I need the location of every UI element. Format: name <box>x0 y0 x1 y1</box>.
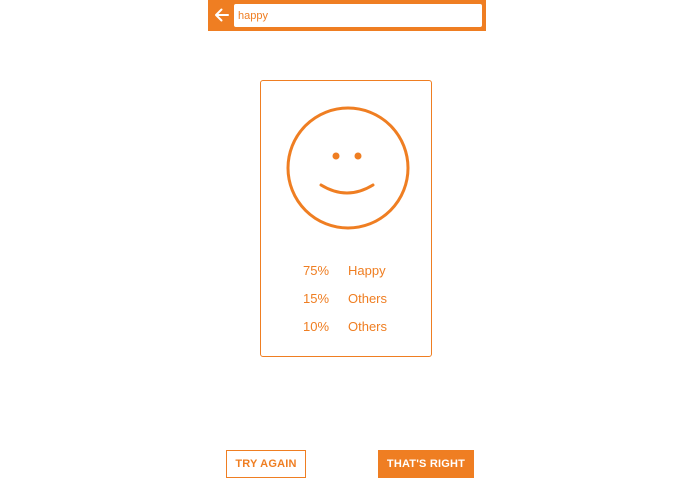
result-card: 75% Happy 15% Others 10% Others <box>260 80 432 357</box>
search-input[interactable] <box>238 6 478 25</box>
result-row: 75% Happy <box>261 261 433 281</box>
back-button[interactable] <box>212 5 232 25</box>
result-label: Others <box>348 319 388 334</box>
result-row: 10% Others <box>261 317 433 337</box>
result-label: Others <box>348 291 388 306</box>
result-percent: 10% <box>303 319 330 334</box>
top-app-bar <box>208 0 486 31</box>
arrow-left-icon <box>215 8 229 22</box>
smiley-face-icon <box>286 106 410 230</box>
try-again-button[interactable]: TRY AGAIN <box>226 450 306 478</box>
result-percent: 75% <box>303 263 330 278</box>
search-box <box>234 4 482 27</box>
result-row: 15% Others <box>261 289 433 309</box>
result-percent: 15% <box>303 291 330 306</box>
result-label: Happy <box>348 263 386 278</box>
thats-right-button[interactable]: THAT'S RIGHT <box>378 450 474 478</box>
